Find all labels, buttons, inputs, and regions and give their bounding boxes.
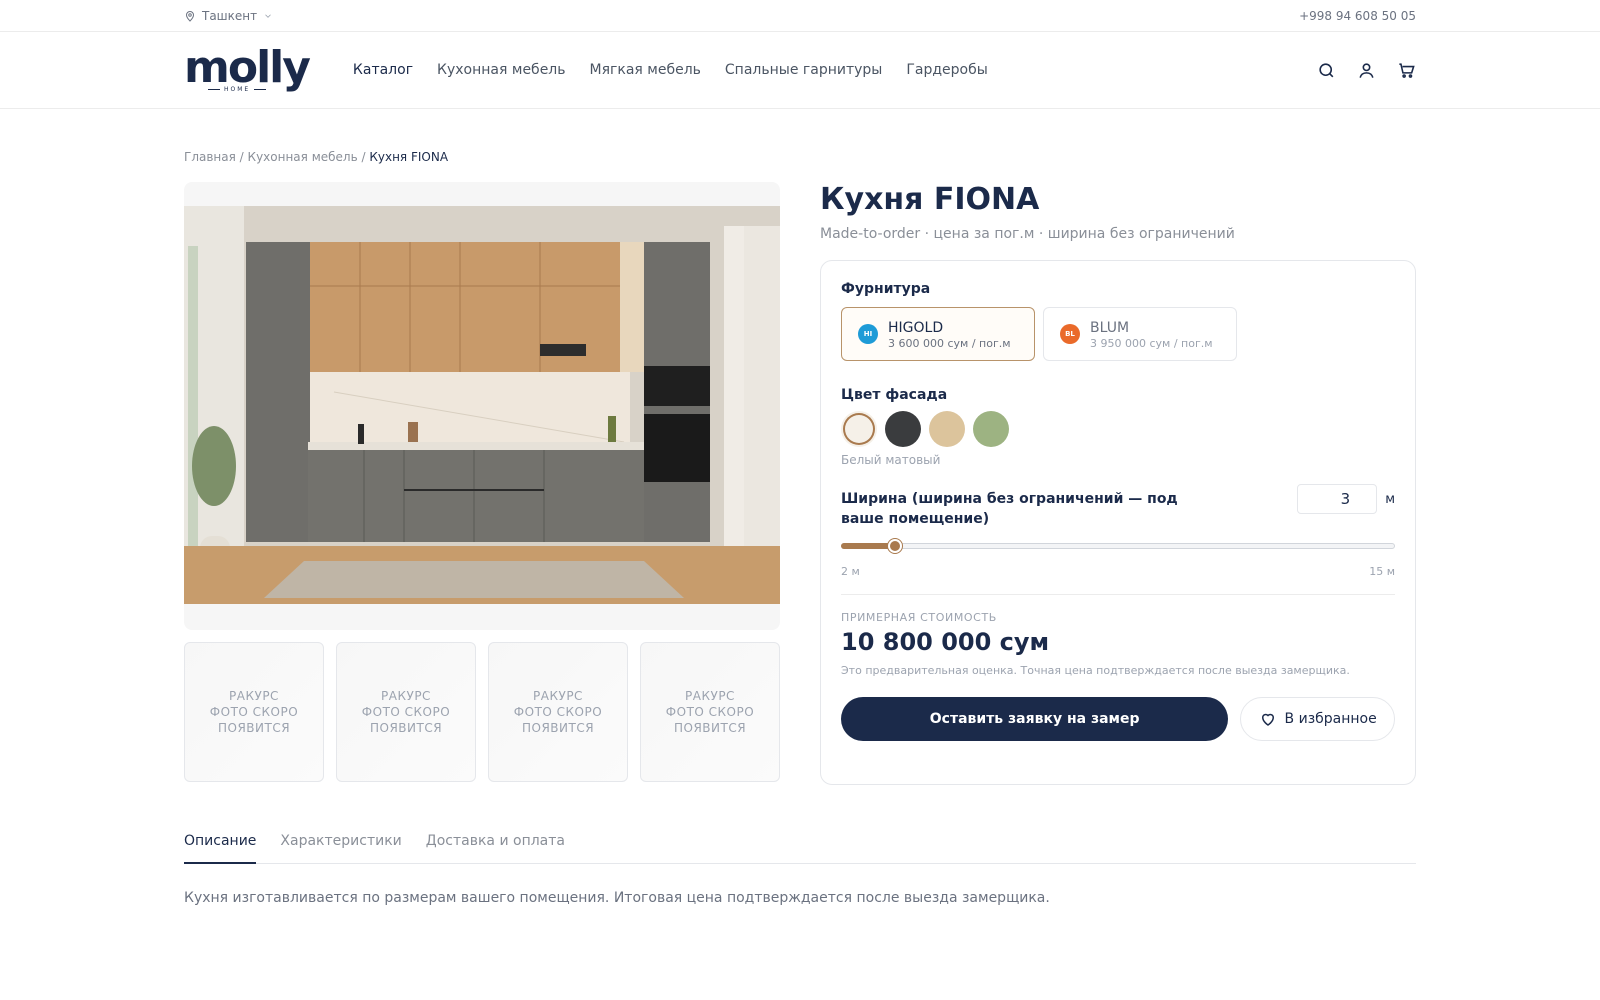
nav-item-kitchen[interactable]: Кухонная мебель [437, 62, 565, 78]
width-label: Ширина (ширина без ограничений — под ваш… [841, 491, 1178, 527]
tab-description[interactable]: Описание [184, 833, 257, 864]
main-product-image[interactable] [184, 182, 780, 630]
swatch-graphite[interactable] [885, 411, 921, 447]
breadcrumb: Главная / Кухонная мебель / Кухня FIONA [184, 150, 449, 164]
hardware-option-blum[interactable]: BL BLUM 3 950 000 сум / пог.м [1043, 307, 1237, 361]
logo-wordmark: molly [184, 41, 311, 93]
add-to-favorites-button[interactable]: В избранное [1240, 697, 1395, 741]
chevron-down-icon [265, 14, 271, 18]
header-actions [1316, 60, 1416, 80]
selected-color-name: Белый матовый [841, 453, 941, 467]
swatch-sage[interactable] [973, 411, 1009, 447]
nav-item-wardrobes[interactable]: Гардеробы [906, 62, 987, 78]
blum-badge: BL [1060, 324, 1080, 344]
estimated-price: 10 800 000 сум [841, 628, 1050, 656]
top-bar: Ташкент +998 94 608 50 05 [0, 0, 1600, 32]
color-swatches [841, 411, 1395, 447]
search-icon[interactable] [1316, 60, 1336, 80]
hardware-price: 3 950 000 сум / пог.м [1090, 336, 1213, 350]
heart-icon [1261, 713, 1274, 726]
main-nav: Каталог Кухонная мебель Мягкая мебель Сп… [353, 62, 1316, 78]
slider-handle[interactable] [887, 539, 902, 553]
city-name: Ташкент [202, 9, 258, 23]
color-label: Цвет фасада [841, 387, 948, 403]
tab-delivery-payment[interactable]: Доставка и оплата [426, 833, 565, 863]
configurator-panel: Фурнитура HI HIGOLD 3 600 000 сум / пог.… [820, 260, 1416, 785]
cart-icon[interactable] [1396, 60, 1416, 80]
thumbnail[interactable]: РАКУРС ФОТО СКОРО ПОЯВИТСЯ [336, 642, 476, 782]
width-input[interactable] [1297, 484, 1378, 514]
location-pin-icon [185, 11, 195, 22]
nav-item-soft-furniture[interactable]: Мягкая мебель [590, 62, 701, 78]
higold-badge: HI [858, 324, 878, 344]
user-icon[interactable] [1356, 60, 1376, 80]
slider-fill [841, 543, 894, 549]
site-header: molly HOME Каталог Кухонная мебель Мягка… [0, 32, 1600, 109]
kitchen-photo [184, 206, 780, 604]
product-gallery: РАКУРС ФОТО СКОРО ПОЯВИТСЯ РАКУРС ФОТО СКОР… [184, 182, 780, 785]
logo[interactable]: molly HOME [184, 41, 311, 93]
thumbnail[interactable]: РАКУРС ФОТО СКОРО ПОЯВИТСЯ [184, 642, 324, 782]
tab-specifications[interactable]: Характеристики [280, 833, 401, 863]
hardware-label: Фурнитура [841, 281, 931, 297]
city-selector[interactable]: Ташкент [184, 9, 273, 23]
hardware-option-higold[interactable]: HI HIGOLD 3 600 000 сум / пог.м [841, 307, 1035, 361]
product-tabs: Описание Характеристики Доставка и оплат… [184, 833, 1416, 864]
request-measurement-button[interactable]: Оставить заявку на замер [841, 697, 1229, 741]
hardware-name: HIGOLD [888, 319, 944, 336]
page-title: Кухня FIONA [820, 182, 1040, 217]
nav-item-bedroom-sets[interactable]: Спальные гарнитуры [725, 62, 882, 78]
divider [841, 594, 1395, 595]
breadcrumb-category[interactable]: Кухонная мебель [248, 150, 358, 164]
thumbnail-list: РАКУРС ФОТО СКОРО ПОЯВИТСЯ РАКУРС ФОТО СКОР… [184, 642, 780, 782]
hardware-name: BLUM [1090, 319, 1130, 336]
phone-number[interactable]: +998 94 608 50 05 [1299, 9, 1416, 23]
slider-min-label: 2 м [841, 565, 860, 578]
price-label: ПРИМЕРНАЯ СТОИМОСТЬ [841, 611, 997, 624]
thumbnail[interactable]: РАКУРС ФОТО СКОРО ПОЯВИТСЯ [640, 642, 780, 782]
product-subtitle: Made-to-order · цена за пог.м · ширина б… [820, 226, 1235, 242]
logo-subtitle: HOME [208, 86, 267, 93]
favorite-label: В избранное [1284, 711, 1377, 727]
product-info: Кухня FIONA Made-to-order · цена за пог.… [820, 182, 1416, 785]
thumbnail[interactable]: РАКУРС ФОТО СКОРО ПОЯВИТСЯ [488, 642, 628, 782]
nav-item-catalog[interactable]: Каталог [353, 62, 413, 78]
product-description: Кухня изготавливается по размерам вашего… [184, 890, 1050, 906]
slider-track [841, 543, 1395, 549]
slider-max-label: 15 м [1369, 565, 1395, 578]
swatch-beige[interactable] [929, 411, 965, 447]
width-slider[interactable] [841, 537, 1395, 557]
hardware-options: HI HIGOLD 3 600 000 сум / пог.м BL BLUM … [841, 307, 1395, 361]
hardware-price: 3 600 000 сум / пог.м [888, 336, 1011, 350]
breadcrumb-home[interactable]: Главная [184, 150, 236, 164]
price-note: Это предварительная оценка. Точная цена … [841, 664, 1350, 677]
swatch-white-matte[interactable] [841, 411, 877, 447]
breadcrumb-current: Кухня FIONA [369, 150, 449, 164]
width-unit: м [1385, 491, 1395, 507]
